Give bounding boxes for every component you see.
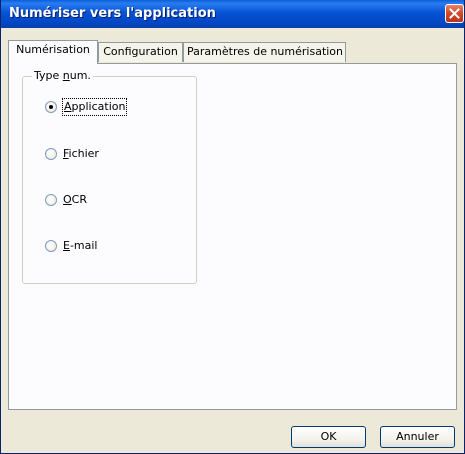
label-rest-application: pplication <box>71 100 126 113</box>
dialog-window: Numériser vers l'application Numérisatio… <box>0 0 465 454</box>
tab-configuration[interactable]: Configuration <box>98 42 183 62</box>
label-rest-email: -mail <box>69 239 98 252</box>
close-button[interactable] <box>445 4 464 23</box>
radio-application[interactable] <box>45 101 57 113</box>
mnemonic-e: E <box>63 239 70 252</box>
close-icon <box>449 8 460 19</box>
label-rest-ocr: CR <box>71 193 87 206</box>
tab-panel-numerisation: Type num. Application Fichier OCR E-mail <box>8 63 457 410</box>
title-bar[interactable]: Numériser vers l'application <box>1 0 464 28</box>
label-rest-fichier: ichier <box>68 147 99 160</box>
radio-email[interactable] <box>45 240 57 252</box>
radio-label-ocr[interactable]: OCR <box>63 192 87 208</box>
mnemonic-o: O <box>63 193 72 206</box>
radio-selected-dot <box>49 105 53 109</box>
tab-numerisation[interactable]: Numérisation <box>8 40 98 64</box>
radio-label-application[interactable]: Application <box>61 98 128 116</box>
tab-parametres-numerisation[interactable]: Paramètres de numérisation <box>183 42 346 62</box>
group-label-mnemonic: n <box>62 69 70 82</box>
radio-label-email[interactable]: E-mail <box>63 238 98 254</box>
group-label-suffix: um. <box>69 69 91 82</box>
window-title: Numériser vers l'application <box>9 6 216 21</box>
mnemonic-a: A <box>64 100 72 113</box>
scan-type-group: Type num. Application Fichier OCR E-mail <box>22 69 197 284</box>
radio-label-fichier[interactable]: Fichier <box>63 146 99 162</box>
cancel-button[interactable]: Annuler <box>380 426 455 448</box>
ok-button[interactable]: OK <box>291 426 366 448</box>
radio-fichier[interactable] <box>45 148 57 160</box>
radio-ocr[interactable] <box>45 194 57 206</box>
scan-type-group-label: Type num. <box>32 69 93 82</box>
group-label-prefix: Type <box>34 69 63 82</box>
